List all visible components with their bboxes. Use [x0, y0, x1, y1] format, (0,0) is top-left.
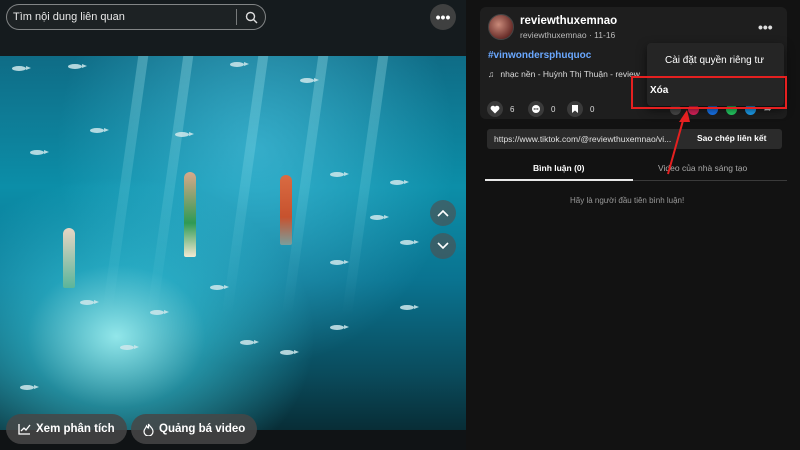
- annotation-arrow: [667, 110, 690, 175]
- app-root: Tìm nội dung liên quan ••• Xem phân tích…: [0, 0, 800, 450]
